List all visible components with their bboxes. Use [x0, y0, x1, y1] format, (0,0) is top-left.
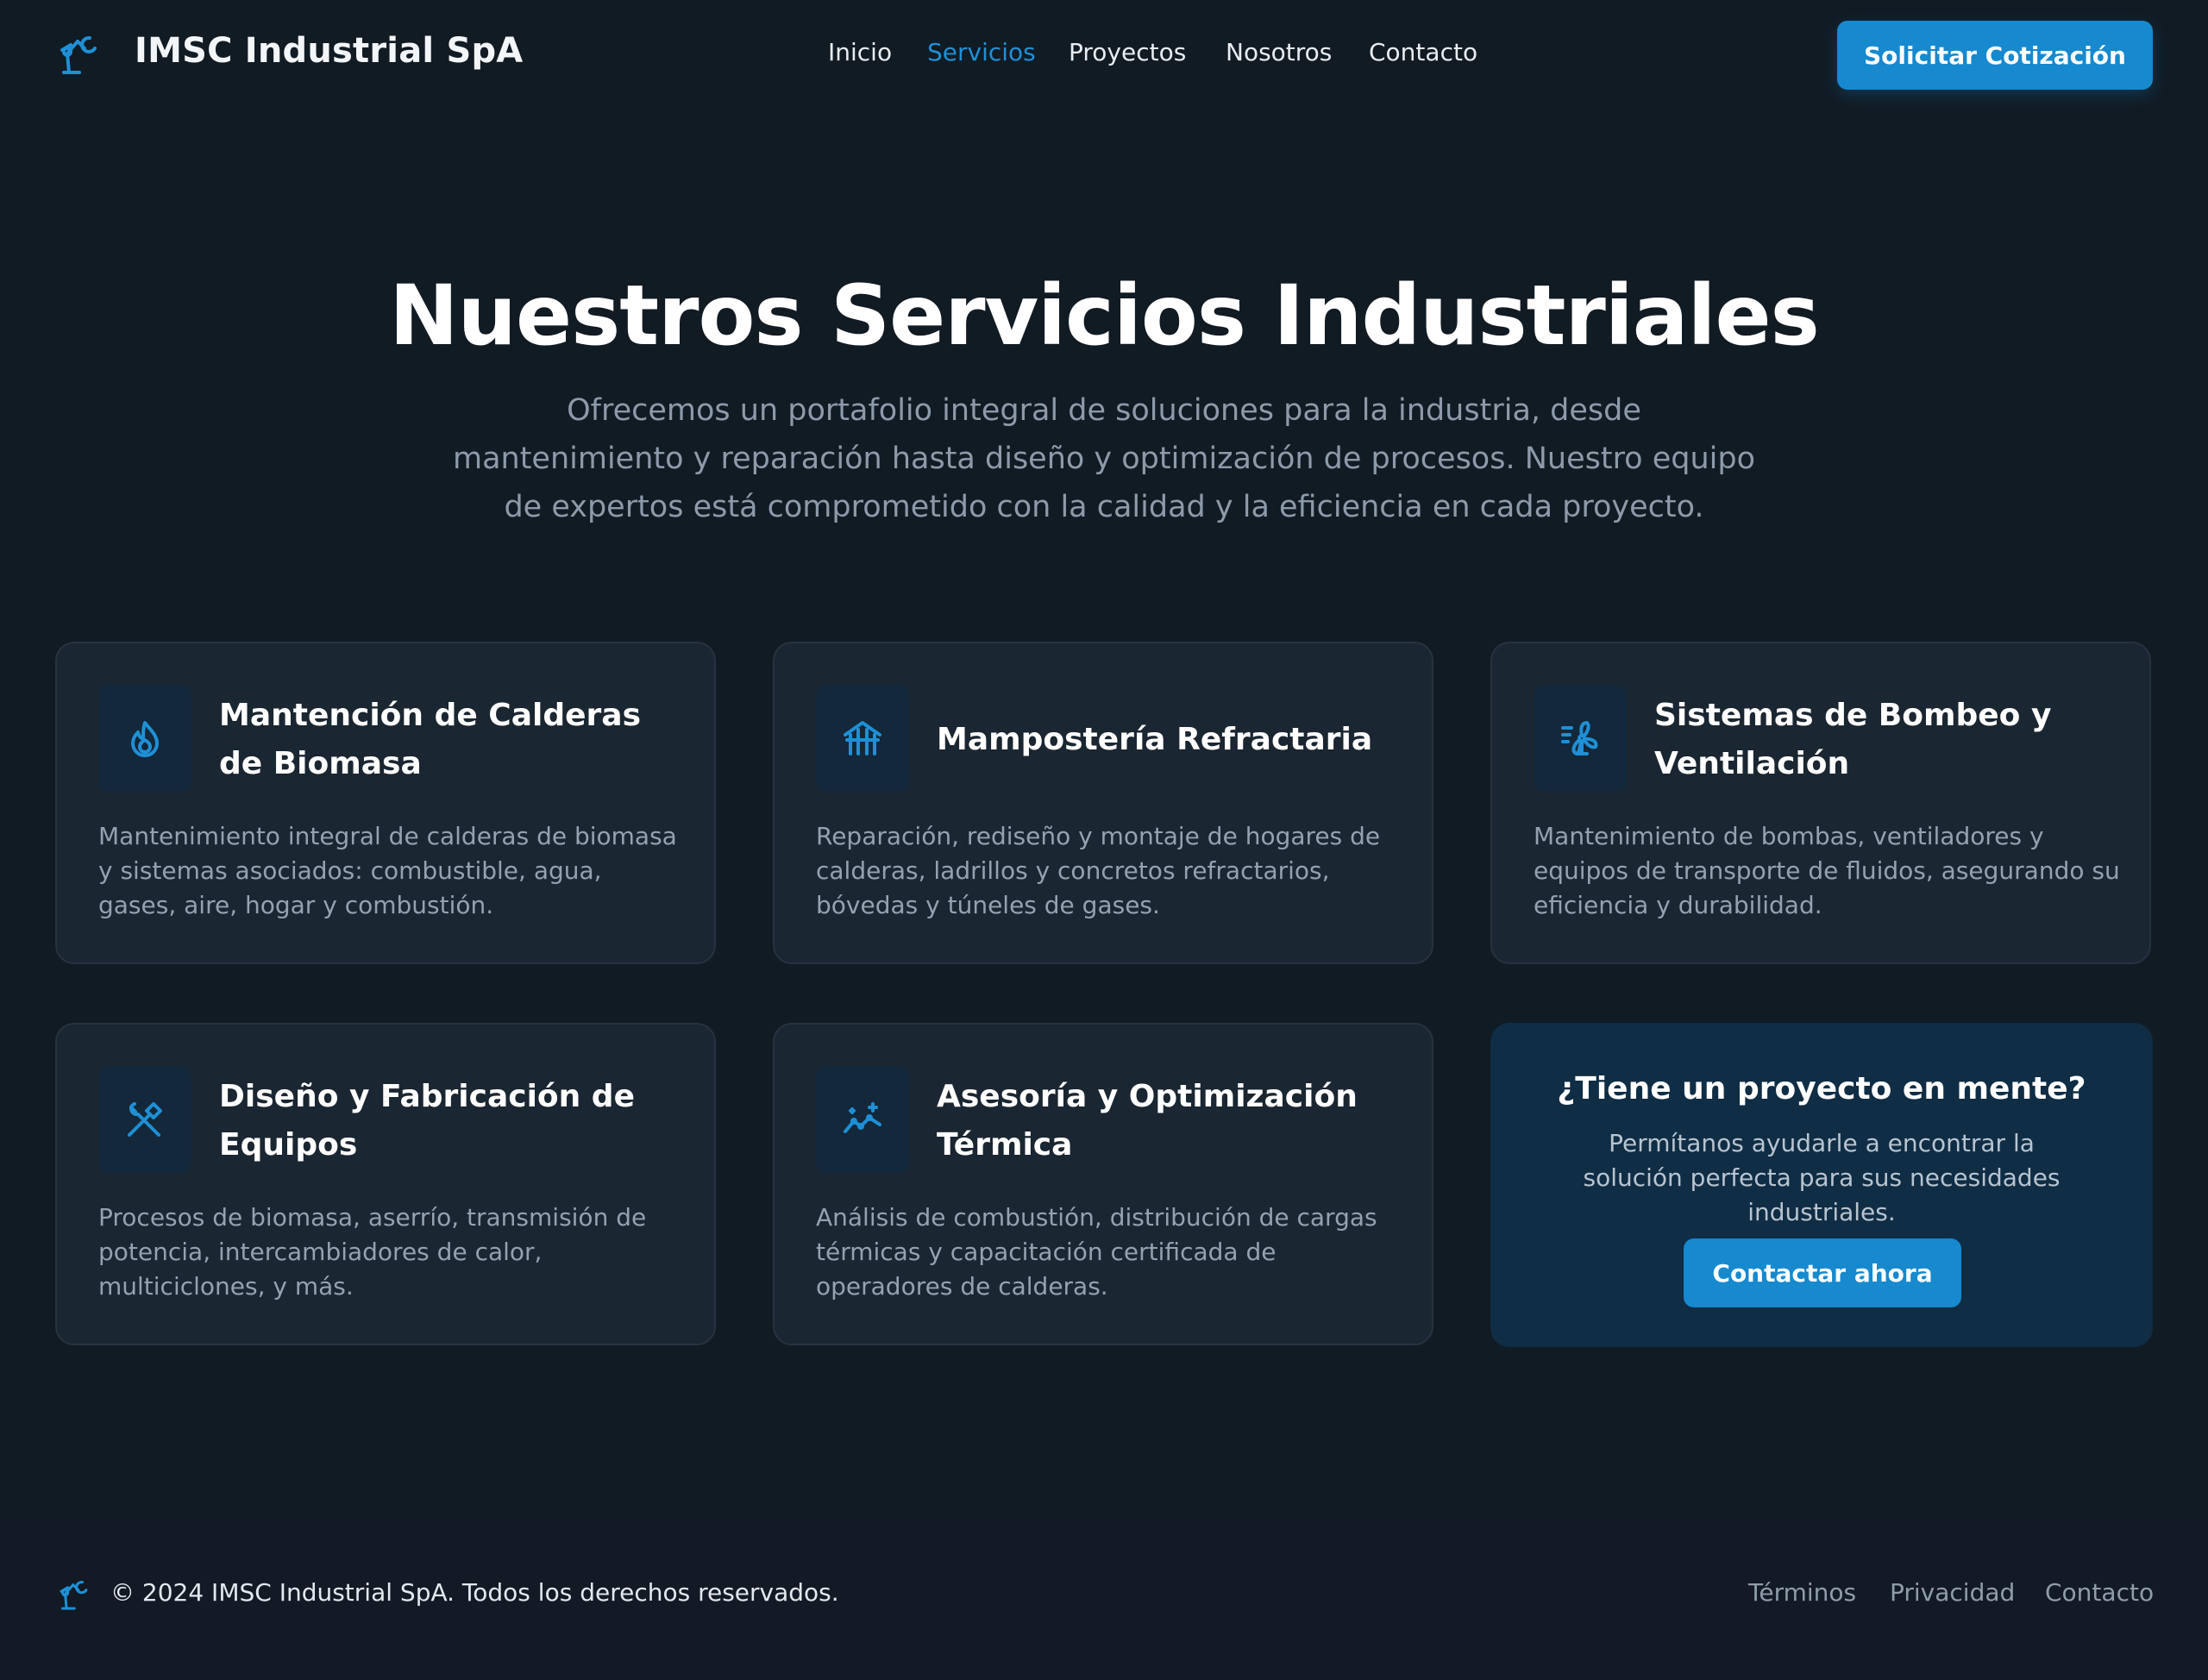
- service-title: Sistemas de Bombeo y Ventilación: [1654, 698, 2052, 781]
- site-header: IMSC Industrial SpA Inicio Servicios Pro…: [0, 0, 2208, 110]
- service-title: Mampostería Refractaria: [937, 722, 1373, 757]
- service-icon-box: [1534, 685, 1627, 792]
- chart-sparkle-icon: [844, 1102, 881, 1133]
- service-card[interactable]: Diseño y Fabricación de Equipos Procesos…: [55, 1023, 716, 1345]
- service-description: Procesos de biomasa, aserrío, transmisió…: [98, 1203, 647, 1301]
- service-icon-box: [816, 685, 909, 792]
- page-subtitle: Ofrecemos un portafolio integral de solu…: [452, 393, 1756, 524]
- service-description: Mantenimiento integral de calderas de bi…: [98, 822, 677, 919]
- request-quote-button[interactable]: Solicitar Cotización: [1837, 21, 2153, 90]
- fan-icon: [1561, 721, 1598, 755]
- footer-link-contacto[interactable]: Contacto: [2045, 1578, 2154, 1607]
- site-footer: © 2024 IMSC Industrial SpA. Todos los de…: [0, 1520, 2208, 1680]
- page-title: Nuestros Servicios Industriales: [389, 267, 1819, 364]
- contact-now-button[interactable]: Contactar ahora: [1684, 1238, 1961, 1307]
- nav-servicios[interactable]: Servicios: [927, 38, 1036, 66]
- service-card[interactable]: Sistemas de Bombeo y Ventilación Manteni…: [1490, 642, 2151, 964]
- service-title: Mantención de Calderas de Biomasa: [219, 698, 642, 781]
- service-icon-box: [98, 685, 191, 792]
- service-card[interactable]: Mampostería Refractaria Reparación, redi…: [773, 642, 1433, 964]
- service-icon-box: [98, 1066, 191, 1173]
- nav-contacto[interactable]: Contacto: [1369, 38, 1477, 66]
- nav-inicio[interactable]: Inicio: [828, 38, 892, 66]
- service-description: Mantenimiento de bombas, ventiladores y …: [1534, 822, 2120, 919]
- flame-icon: [131, 721, 159, 757]
- cta-title: ¿Tiene un proyecto en mente?: [1557, 1071, 2086, 1106]
- arch-icon: [844, 721, 881, 755]
- service-title: Asesoría y Optimización Térmica: [937, 1079, 1358, 1163]
- cta-text: Permítanos ayudarle a encontrar la soluc…: [1583, 1129, 2061, 1226]
- service-description: Análisis de combustión, distribución de …: [816, 1203, 1377, 1301]
- copyright-text: © 2024 IMSC Industrial SpA. Todos los de…: [110, 1578, 839, 1607]
- service-icon-box: [816, 1066, 909, 1173]
- service-title: Diseño y Fabricación de Equipos: [219, 1079, 635, 1163]
- contact-cta-card: ¿Tiene un proyecto en mente? Permítanos …: [1490, 1023, 2153, 1347]
- nav-proyectos[interactable]: Proyectos: [1069, 38, 1186, 66]
- footer-link-privacidad[interactable]: Privacidad: [1890, 1578, 2015, 1607]
- robot-arm-icon: [60, 1581, 88, 1610]
- service-card[interactable]: Mantención de Calderas de Biomasa Manten…: [55, 642, 716, 964]
- nav-nosotros[interactable]: Nosotros: [1226, 38, 1332, 66]
- service-description: Reparación, rediseño y montaje de hogare…: [816, 822, 1381, 919]
- service-card[interactable]: Asesoría y Optimización Térmica Análisis…: [773, 1023, 1433, 1345]
- tools-icon: [128, 1102, 162, 1137]
- footer-link-terminos[interactable]: Términos: [1748, 1578, 1856, 1607]
